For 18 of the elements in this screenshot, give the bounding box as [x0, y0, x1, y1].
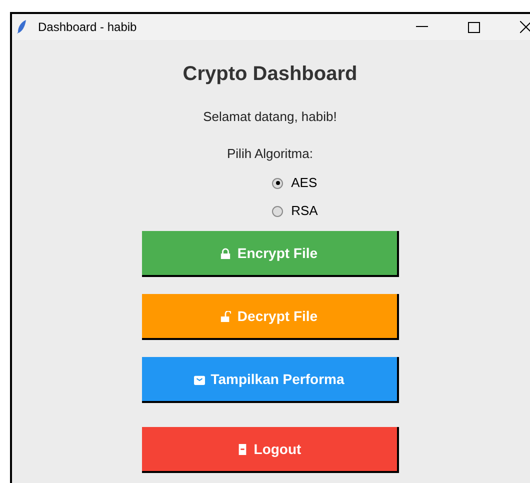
algorithm-radio[interactable]: RSA — [272, 197, 318, 225]
algorithm-label: Pilih Algoritma: — [227, 144, 313, 163]
maximize-icon[interactable] — [468, 22, 480, 32]
minimize-icon[interactable] — [416, 26, 428, 28]
window-title: Dashboard - habib — [38, 19, 137, 36]
unlocked-padlock-icon — [220, 310, 232, 322]
feather-icon — [16, 19, 28, 35]
tray-icon — [194, 374, 205, 384]
welcome-text: Selamat datang, habib! — [203, 108, 337, 126]
action-button[interactable]: Encrypt File — [142, 231, 398, 277]
door-icon — [236, 444, 248, 454]
close-icon[interactable] — [520, 21, 530, 33]
lock-icon — [220, 248, 232, 258]
algorithm-radio[interactable]: AES — [272, 169, 318, 197]
logout-button[interactable]: Logout — [142, 427, 398, 473]
dashboard-heading: Crypto Dashboard — [182, 62, 358, 87]
action-button[interactable]: Decrypt File — [142, 294, 398, 340]
action-button[interactable]: Tampilkan Performa — [142, 357, 398, 403]
